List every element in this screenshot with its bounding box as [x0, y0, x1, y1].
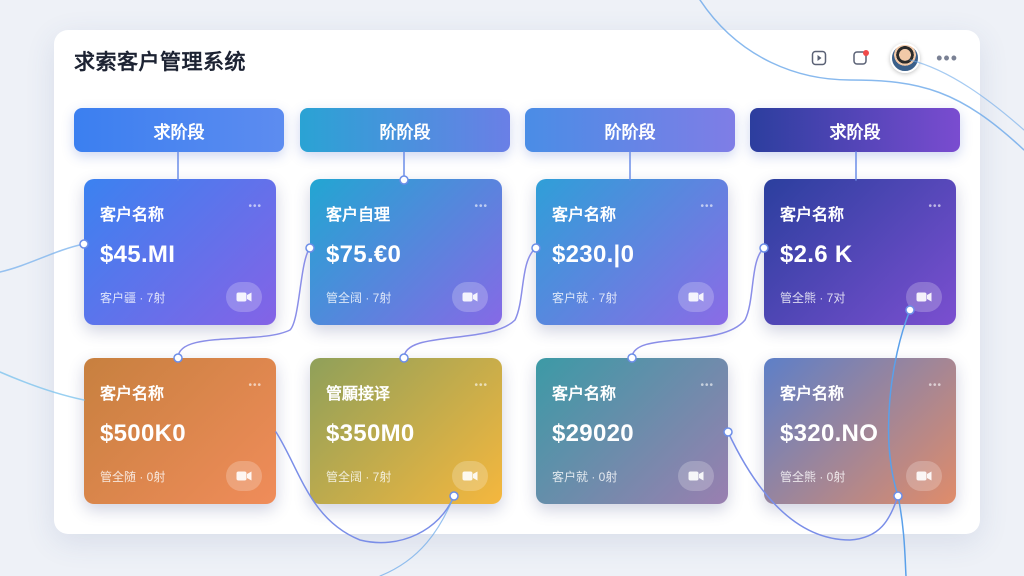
deal-amount: $350M0	[326, 420, 415, 447]
app-title: 求索客户管理系统	[74, 51, 246, 74]
video-call-icon[interactable]	[226, 282, 262, 312]
customer-name: 客户名称	[780, 207, 845, 224]
card-menu-icon[interactable]: •••	[928, 380, 942, 391]
customer-name: 客户名称	[100, 386, 165, 403]
deal-amount: $320.NO	[780, 420, 879, 447]
customer-card[interactable]: 管願接译 ••• $350M0 管全阔 · 7射	[310, 358, 502, 504]
card-menu-icon[interactable]: •••	[928, 201, 942, 212]
card-meta: 管全熊 · 0射	[780, 470, 846, 484]
customer-card[interactable]: 客户自理 ••• $75.€0 管全阔 · 7射	[310, 179, 502, 325]
customer-name: 客户名称	[780, 386, 845, 403]
card-meta: 管全熊 · 7对	[780, 291, 846, 305]
top-toolbar: •••	[806, 43, 958, 73]
customer-name: 客户名称	[552, 207, 617, 224]
notification-icon[interactable]	[848, 45, 874, 71]
customer-card[interactable]: 客户名称 ••• $29020 客户就 · 0射	[536, 358, 728, 504]
customer-card[interactable]: 客户名称 ••• $45.MI 客户疆 · 7射	[84, 179, 276, 325]
card-menu-icon[interactable]: •••	[474, 380, 488, 391]
square-play-icon[interactable]	[806, 45, 832, 71]
card-menu-icon[interactable]: •••	[700, 380, 714, 391]
card-menu-icon[interactable]: •••	[248, 380, 262, 391]
video-call-icon[interactable]	[452, 461, 488, 491]
stage-header-2[interactable]: 阶阶段	[300, 108, 510, 152]
deal-amount: $45.MI	[100, 241, 176, 268]
card-meta: 客户就 · 0射	[552, 470, 618, 484]
stage-label: 求阶段	[153, 122, 205, 142]
video-call-icon[interactable]	[678, 461, 714, 491]
video-call-icon[interactable]	[452, 282, 488, 312]
deal-amount: $29020	[552, 420, 634, 447]
customer-card[interactable]: 客户名称 ••• $320.NO 管全熊 · 0射	[764, 358, 956, 504]
card-menu-icon[interactable]: •••	[700, 201, 714, 212]
deal-amount: $500K0	[100, 420, 186, 447]
video-call-icon[interactable]	[226, 461, 262, 491]
card-meta: 管全阔 · 7射	[326, 291, 392, 305]
deal-amount: $230.|0	[552, 241, 635, 268]
card-meta: 客户疆 · 7射	[100, 291, 166, 305]
avatar[interactable]	[890, 43, 921, 73]
stage-label: 求阶段	[829, 122, 881, 142]
card-menu-icon[interactable]: •••	[248, 201, 262, 212]
stage-label: 阶阶段	[604, 122, 656, 142]
deal-amount: $75.€0	[326, 241, 402, 268]
stage-label: 阶阶段	[379, 122, 431, 142]
card-meta: 管全随 · 0射	[100, 470, 166, 484]
video-call-icon[interactable]	[906, 461, 942, 491]
card-menu-icon[interactable]: •••	[474, 201, 488, 212]
stage-header-1[interactable]: 求阶段	[74, 108, 284, 152]
video-call-icon[interactable]	[678, 282, 714, 312]
more-icon[interactable]: •••	[936, 49, 958, 67]
customer-name: 管願接译	[326, 386, 391, 403]
card-meta: 管全阔 · 7射	[326, 470, 392, 484]
customer-name: 客户名称	[552, 386, 617, 403]
customer-name: 客户名称	[100, 207, 165, 224]
customer-name: 客户自理	[326, 207, 391, 224]
stage-header-3[interactable]: 阶阶段	[525, 108, 735, 152]
customer-card[interactable]: 客户名称 ••• $2.6 K 管全熊 · 7对	[764, 179, 956, 325]
deal-amount: $2.6 K	[780, 241, 853, 268]
customer-card[interactable]: 客户名称 ••• $230.|0 客户就 · 7射	[536, 179, 728, 325]
customer-card[interactable]: 客户名称 ••• $500K0 管全随 · 0射	[84, 358, 276, 504]
video-call-icon[interactable]	[906, 282, 942, 312]
card-meta: 客户就 · 7射	[552, 291, 618, 305]
stage-header-4[interactable]: 求阶段	[750, 108, 960, 152]
